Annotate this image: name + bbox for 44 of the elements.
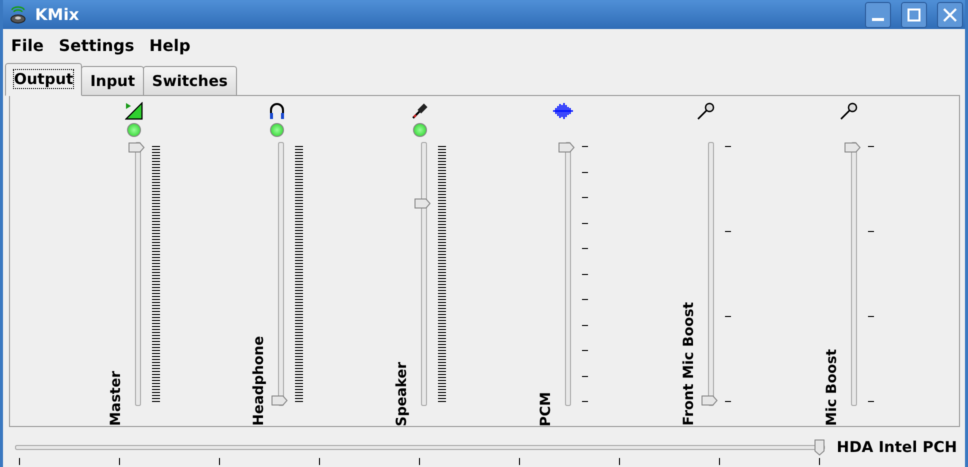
volume-slider[interactable]: [414, 142, 434, 406]
waveform-icon: [552, 102, 574, 120]
channel-label: Front Mic Boost: [680, 302, 696, 426]
minimize-icon: [872, 18, 884, 21]
channel-label: Master: [108, 371, 124, 426]
volume-slider[interactable]: [270, 142, 290, 406]
slider-thumb[interactable]: [844, 142, 860, 153]
channel-label: Speaker: [394, 362, 410, 426]
channel-label: Headphone: [250, 336, 266, 426]
tab[interactable]: Input: [81, 66, 144, 95]
master-slider[interactable]: [15, 439, 825, 455]
switch-light[interactable]: [412, 123, 426, 137]
slider-thumb[interactable]: [814, 439, 825, 456]
microphone-icon: [840, 102, 858, 120]
headphones-icon: [268, 102, 286, 120]
maximize-button[interactable]: [901, 2, 927, 28]
volume-slider[interactable]: [128, 142, 148, 406]
channel-label: Mic Boost: [824, 349, 840, 426]
menu-item[interactable]: Help: [149, 36, 190, 54]
close-icon: [943, 8, 957, 22]
switch-light[interactable]: [270, 123, 284, 137]
tab[interactable]: Switches: [143, 66, 237, 95]
slider-thumb[interactable]: [414, 198, 430, 209]
menu-item[interactable]: File: [11, 36, 44, 54]
slider-thumb[interactable]: [558, 142, 574, 153]
minimize-button[interactable]: [865, 2, 891, 28]
microphone-icon: [696, 102, 714, 120]
audio-jack-icon: [410, 102, 428, 120]
switch-light[interactable]: [126, 123, 140, 137]
volume-slider[interactable]: [844, 142, 864, 406]
volume-slider[interactable]: [558, 142, 578, 406]
menu-item[interactable]: Settings: [58, 36, 134, 54]
slider-thumb[interactable]: [700, 395, 718, 406]
volume-icon: [124, 102, 142, 120]
tab[interactable]: Output: [5, 63, 82, 96]
speaker-icon: [9, 4, 27, 24]
channel-label: PCM: [538, 392, 554, 426]
slider-thumb[interactable]: [270, 395, 288, 406]
window-title: KMix: [35, 5, 80, 24]
close-button[interactable]: [937, 2, 963, 28]
sound-card-label: HDA Intel PCH: [836, 438, 957, 456]
maximize-icon: [907, 8, 921, 22]
slider-thumb[interactable]: [128, 142, 144, 153]
volume-slider[interactable]: [700, 142, 720, 406]
